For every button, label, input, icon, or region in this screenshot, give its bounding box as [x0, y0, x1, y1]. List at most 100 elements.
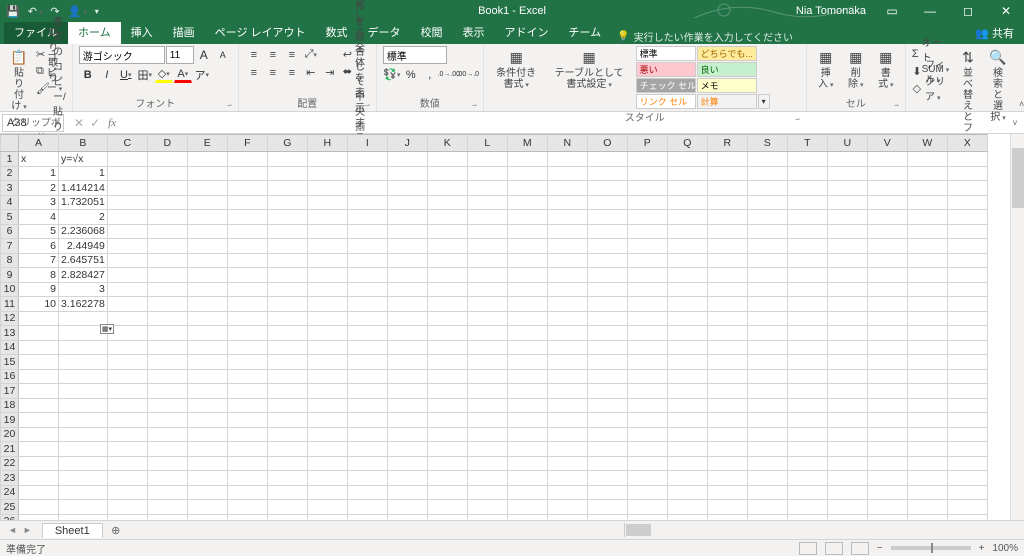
cell[interactable]	[827, 456, 867, 471]
cell[interactable]	[907, 253, 947, 268]
cell[interactable]	[867, 166, 907, 181]
zoom-in-button[interactable]: +	[979, 543, 985, 554]
cell[interactable]	[747, 166, 787, 181]
cell[interactable]	[187, 398, 227, 413]
col-header[interactable]: L	[467, 135, 507, 152]
cell[interactable]	[227, 369, 267, 384]
cell[interactable]	[627, 471, 667, 486]
cell[interactable]	[707, 326, 747, 341]
new-sheet-button[interactable]: ⊕	[107, 524, 125, 537]
cell[interactable]	[667, 195, 707, 210]
cell[interactable]	[547, 166, 587, 181]
cell[interactable]	[747, 224, 787, 239]
cell[interactable]	[827, 195, 867, 210]
cell[interactable]	[307, 427, 347, 442]
cell[interactable]	[187, 297, 227, 312]
cell[interactable]	[307, 413, 347, 428]
cell[interactable]	[387, 355, 427, 370]
cell[interactable]	[667, 282, 707, 297]
cell[interactable]	[707, 297, 747, 312]
cell[interactable]	[707, 311, 747, 326]
row-header[interactable]: 10	[1, 282, 19, 297]
cell[interactable]	[747, 253, 787, 268]
cell[interactable]: 3	[59, 282, 108, 297]
cell[interactable]	[747, 369, 787, 384]
insert-cells-button[interactable]: ▦挿入	[813, 46, 839, 92]
zoom-out-button[interactable]: −	[877, 543, 883, 554]
row-header[interactable]: 9	[1, 268, 19, 283]
cell[interactable]	[947, 195, 987, 210]
cell[interactable]	[707, 224, 747, 239]
cell[interactable]	[267, 210, 307, 225]
cell[interactable]	[747, 427, 787, 442]
cell[interactable]	[587, 195, 627, 210]
cell[interactable]	[19, 413, 59, 428]
cell[interactable]	[747, 195, 787, 210]
number-format-combo[interactable]	[383, 46, 447, 64]
cell[interactable]	[867, 355, 907, 370]
cell[interactable]	[19, 500, 59, 515]
cell[interactable]	[347, 442, 387, 457]
cell[interactable]	[107, 369, 147, 384]
cell[interactable]	[507, 384, 547, 399]
cell[interactable]	[547, 442, 587, 457]
col-header[interactable]: U	[827, 135, 867, 152]
cell[interactable]	[427, 413, 467, 428]
cell[interactable]	[787, 340, 827, 355]
style-cell[interactable]: どちらでも...	[697, 46, 757, 61]
share-button[interactable]: 👥共有	[965, 22, 1024, 44]
cell[interactable]	[347, 268, 387, 283]
cell[interactable]	[187, 427, 227, 442]
cell[interactable]	[907, 239, 947, 254]
tab-addin[interactable]: アドイン	[495, 21, 559, 44]
cell[interactable]	[867, 442, 907, 457]
cell[interactable]	[947, 485, 987, 500]
cell[interactable]	[667, 224, 707, 239]
cell[interactable]	[427, 427, 467, 442]
cell[interactable]	[547, 239, 587, 254]
col-header[interactable]: R	[707, 135, 747, 152]
font-color-button[interactable]: A	[174, 66, 192, 83]
cell[interactable]	[147, 427, 187, 442]
cell[interactable]	[747, 152, 787, 167]
col-header[interactable]: I	[347, 135, 387, 152]
cell[interactable]	[787, 485, 827, 500]
cell[interactable]	[707, 471, 747, 486]
cell[interactable]	[867, 224, 907, 239]
cell[interactable]: 2	[59, 210, 108, 225]
cell[interactable]	[707, 500, 747, 515]
cell[interactable]	[547, 224, 587, 239]
grow-font-button[interactable]: A	[195, 46, 213, 63]
cell[interactable]	[907, 311, 947, 326]
cell[interactable]	[587, 355, 627, 370]
cell[interactable]	[467, 268, 507, 283]
cell-styles-gallery[interactable]: 標準どちらでも...悪い良いチェック セルメモリンク セル計算▾	[636, 46, 800, 109]
vertical-scrollbar[interactable]	[1010, 134, 1024, 520]
decrease-decimal-button[interactable]: .00→.0	[459, 66, 477, 83]
cell[interactable]	[627, 297, 667, 312]
cell[interactable]	[947, 210, 987, 225]
cell[interactable]	[19, 369, 59, 384]
cell[interactable]	[867, 297, 907, 312]
cell[interactable]	[467, 195, 507, 210]
cell[interactable]	[747, 340, 787, 355]
cell[interactable]: 8	[19, 268, 59, 283]
cell[interactable]	[827, 210, 867, 225]
row-header[interactable]: 12	[1, 311, 19, 326]
cell[interactable]	[827, 311, 867, 326]
cell[interactable]	[467, 500, 507, 515]
cell[interactable]	[227, 166, 267, 181]
cell[interactable]	[667, 369, 707, 384]
cell[interactable]	[547, 282, 587, 297]
cell[interactable]	[347, 210, 387, 225]
cell[interactable]	[227, 181, 267, 196]
cell[interactable]	[867, 413, 907, 428]
cell[interactable]	[147, 485, 187, 500]
cell[interactable]	[707, 253, 747, 268]
cell[interactable]	[747, 485, 787, 500]
cell[interactable]	[587, 224, 627, 239]
cell[interactable]	[747, 413, 787, 428]
cell[interactable]	[427, 442, 467, 457]
style-cell[interactable]: チェック セル	[636, 78, 696, 93]
conditional-format-button[interactable]: ▦条件付き 書式	[490, 46, 543, 92]
